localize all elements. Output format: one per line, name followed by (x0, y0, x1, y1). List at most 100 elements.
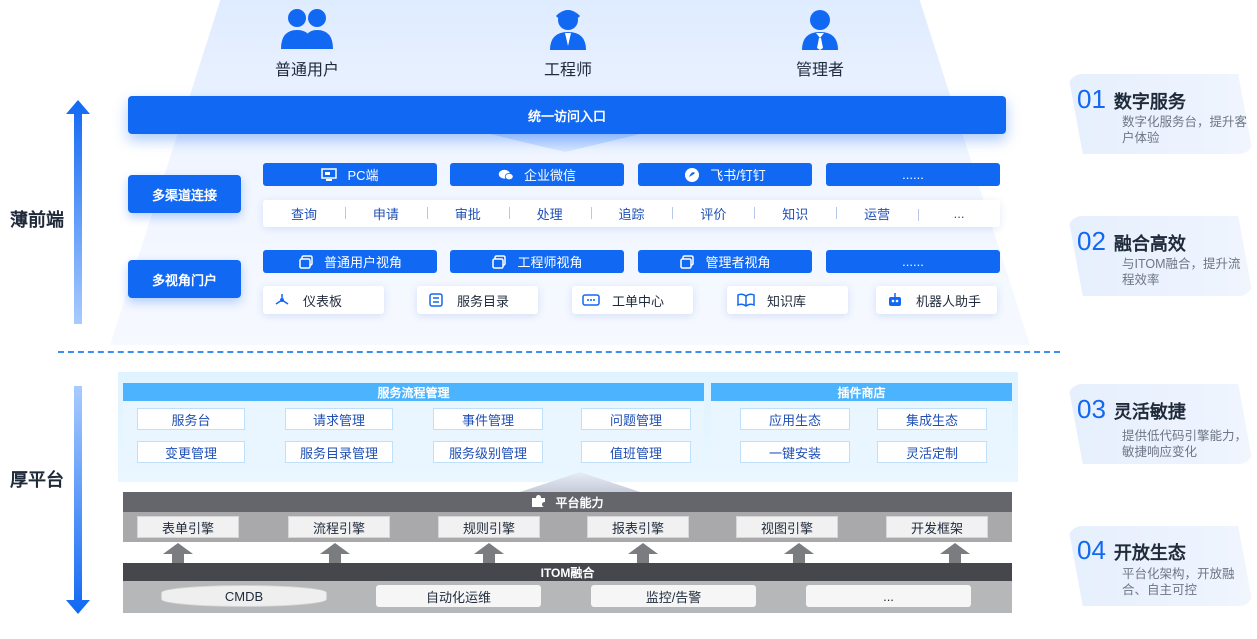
view-engineer[interactable]: 工程师视角 (450, 250, 624, 273)
view-user[interactable]: 普通用户视角 (263, 250, 437, 273)
engine-item[interactable]: 开发框架 (886, 516, 988, 538)
channel-pc[interactable]: PC端 (263, 163, 437, 186)
engine-item[interactable]: 规则引擎 (438, 516, 540, 538)
function-item[interactable]: 申请 (344, 204, 427, 223)
service-item[interactable]: 服务台 (137, 408, 245, 430)
up-arrow-icon (628, 543, 658, 563)
persona-manager: 管理者 (765, 6, 875, 80)
feature-description: 数字化服务台，提升客户体验 (1122, 115, 1248, 145)
card-label: 知识库 (767, 293, 807, 309)
view-label: ...... (902, 254, 924, 269)
service-item[interactable]: 请求管理 (285, 408, 393, 430)
card-robot-assistant[interactable]: 机器人助手 (876, 286, 997, 314)
card-service-catalog[interactable]: 服务目录 (417, 286, 538, 314)
persona-engineer: 工程师 (513, 6, 623, 80)
function-item[interactable]: 查询 (263, 204, 345, 223)
itom-item[interactable]: 监控/告警 (591, 585, 756, 607)
users-icon (252, 6, 362, 50)
feature-number: 03 (1077, 394, 1106, 424)
channel-label: ...... (902, 167, 924, 182)
channel-more[interactable]: ...... (826, 163, 1000, 186)
card-knowledge-base[interactable]: 知识库 (727, 286, 848, 314)
channel-wecom[interactable]: 企业微信 (450, 163, 624, 186)
plugin-item[interactable]: 灵活定制 (877, 441, 987, 463)
unified-entry-bar[interactable]: 统一访问入口 (128, 96, 1006, 134)
service-item[interactable]: 服务级别管理 (433, 441, 543, 463)
up-arrow-icon (320, 543, 350, 563)
itom-item[interactable]: 自动化运维 (376, 585, 541, 607)
plugin-item[interactable]: 一键安装 (740, 441, 850, 463)
service-flow-header: 服务流程管理 (123, 383, 704, 401)
plugin-item[interactable]: 集成生态 (877, 408, 987, 430)
function-item[interactable]: 知识 (754, 204, 836, 223)
itom-header: ITOM融合 (123, 563, 1012, 581)
function-item[interactable]: 审批 (426, 204, 509, 223)
pc-icon (321, 167, 338, 183)
card-ticket-center[interactable]: 工单中心 (572, 286, 693, 314)
channel-label: PC端 (347, 168, 379, 183)
view-more[interactable]: ...... (826, 250, 1000, 273)
platform-header: 平台能力 (123, 492, 1012, 512)
platform-title: 平台能力 (555, 495, 604, 510)
feature-name: 开放生态 (1113, 543, 1186, 563)
thick-platform-label: 厚平台 (10, 470, 64, 490)
function-row: 查询 申请 审批 处理 追踪 评价 知识 运营 ... (263, 200, 1000, 227)
card-label: 仪表板 (303, 293, 343, 309)
view-manager[interactable]: 管理者视角 (638, 250, 812, 273)
book-icon (737, 291, 755, 309)
channel-feishu[interactable]: 飞书/钉钉 (638, 163, 812, 186)
multi-channel-button[interactable]: 多渠道连接 (128, 175, 241, 213)
view-label: 工程师视角 (517, 255, 583, 270)
plugin-item[interactable]: 应用生态 (740, 408, 850, 430)
feature-title: 01 数字服务 (1077, 84, 1186, 115)
robot-icon (886, 291, 904, 309)
engine-item[interactable]: 表单引擎 (137, 516, 239, 538)
persona-label: 管理者 (795, 62, 844, 79)
feature-number: 04 (1077, 535, 1106, 565)
card-label: 服务目录 (457, 293, 510, 309)
up-arrow-icon (784, 543, 814, 563)
window-icon (491, 254, 507, 270)
function-item[interactable]: 评价 (672, 204, 754, 223)
feature-description: 平台化架构，开放融合、自主可控 (1122, 567, 1235, 597)
up-arrow-icon (474, 543, 504, 563)
function-item[interactable]: 追踪 (590, 204, 673, 223)
feature-name: 灵活敏捷 (1113, 402, 1186, 422)
dashboard-icon (273, 291, 291, 309)
persona-label: 工程师 (543, 62, 592, 79)
function-item[interactable]: 运营 (836, 204, 918, 223)
service-item[interactable]: 事件管理 (433, 408, 543, 430)
card-dashboard[interactable]: 仪表板 (263, 286, 384, 314)
feature-description: 与ITOM融合，提升流程效率 (1122, 257, 1241, 287)
section-divider (58, 351, 1060, 353)
service-item[interactable]: 服务目录管理 (285, 441, 393, 463)
view-label: 普通用户视角 (323, 255, 402, 270)
feishu-icon (684, 167, 700, 183)
service-item[interactable]: 变更管理 (137, 441, 245, 463)
engine-item[interactable]: 视图引擎 (736, 516, 838, 538)
itom-item[interactable]: ... (806, 585, 971, 607)
thin-front-arrow (66, 100, 90, 324)
cmdb-item[interactable]: CMDB (161, 585, 327, 607)
function-item[interactable]: 处理 (508, 204, 591, 223)
manager-icon (765, 6, 875, 50)
engine-item[interactable]: 报表引擎 (587, 516, 689, 538)
plugin-store-header: 插件商店 (711, 383, 1012, 401)
persona-user: 普通用户 (252, 6, 362, 80)
service-item[interactable]: 值班管理 (581, 441, 691, 463)
feature-title: 03 灵活敏捷 (1077, 394, 1186, 425)
multi-view-button[interactable]: 多视角门户 (128, 260, 241, 298)
service-item[interactable]: 问题管理 (581, 408, 691, 430)
feature-number: 02 (1077, 226, 1106, 256)
feature-title: 02 融合高效 (1077, 226, 1186, 257)
feature-title: 04 开放生态 (1077, 535, 1186, 566)
persona-label: 普通用户 (274, 62, 339, 79)
feature-name: 数字服务 (1113, 92, 1186, 112)
feature-number: 01 (1077, 84, 1106, 114)
function-item[interactable]: ... (918, 206, 1000, 221)
platform-panel (123, 512, 1012, 542)
engine-item[interactable]: 流程引擎 (288, 516, 390, 538)
engineer-icon (513, 6, 623, 50)
channel-label: 飞书/钉钉 (710, 168, 766, 183)
card-label: 机器人助手 (916, 293, 982, 309)
